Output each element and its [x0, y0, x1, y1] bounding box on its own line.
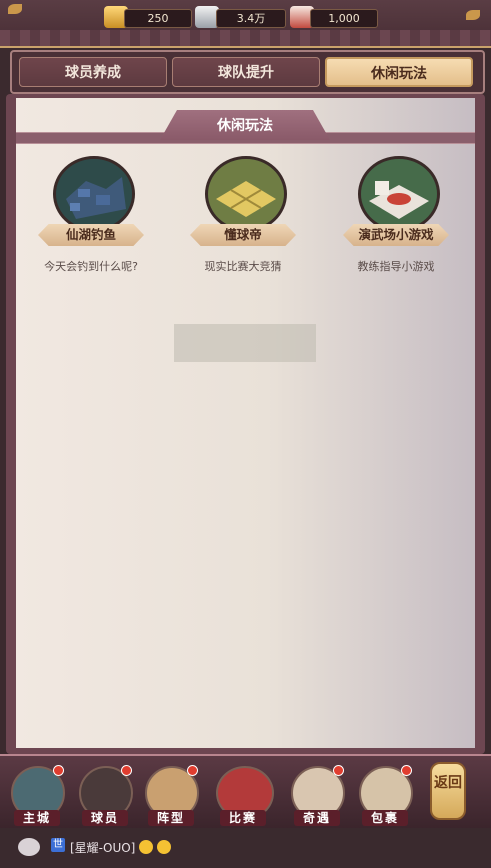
nav-players-label: 球员 — [82, 810, 128, 826]
nav-adventure-label: 奇遇 — [294, 810, 340, 826]
nav-main-city[interactable]: 主城 — [8, 764, 66, 828]
casual-panel: 休闲玩法 仙湖钓鱼 今天会钓到什么呢? 懂球帝 现实比赛大竞猜 演武场小游戏 教… — [16, 98, 475, 748]
smile-emoji-icon — [139, 840, 154, 854]
arena-building-icon[interactable] — [358, 156, 440, 232]
notification-dot — [187, 765, 198, 776]
roof-decoration — [0, 30, 491, 48]
fishing-village-icon[interactable] — [53, 156, 135, 232]
game-fishing-label: 仙湖钓鱼 — [38, 224, 144, 246]
silver-amount: 3.4万 — [216, 9, 286, 28]
game-arena-desc: 教练指导小游戏 — [357, 260, 435, 273]
field-grid-icon-art — [208, 159, 284, 229]
game-arena-minigame[interactable]: 演武场小游戏 教练指导小游戏 — [321, 152, 471, 282]
nav-formation[interactable]: 阵型 — [142, 764, 200, 828]
chat-sender: [星耀-OUO] — [70, 841, 136, 855]
nav-match[interactable]: 比赛 — [212, 764, 276, 828]
nav-players[interactable]: 球员 — [76, 764, 134, 828]
tab-player-training[interactable]: 球员养成 — [19, 57, 167, 87]
notification-dot — [333, 765, 344, 776]
nav-bag[interactable]: 包裹 — [356, 764, 414, 828]
maple-leaf-icon — [8, 4, 22, 14]
back-button[interactable]: 返回 — [430, 762, 466, 820]
gold-amount: 250 — [124, 9, 192, 28]
chat-bubble-icon[interactable] — [18, 838, 40, 856]
notification-dot — [121, 765, 132, 776]
nav-main-city-label: 主城 — [14, 810, 60, 826]
section-title: 休闲玩法 — [160, 110, 330, 140]
game-football-quiz-desc: 现实比赛大竞猜 — [204, 260, 282, 273]
game-football-quiz-label: 懂球帝 — [190, 224, 296, 246]
bottom-nav: 主城 球员 阵型 比赛 奇遇 包裹 返回 — [0, 754, 491, 830]
maple-leaf-icon — [466, 10, 480, 20]
nav-bag-label: 包裹 — [362, 810, 408, 826]
arena-building-icon-art — [361, 159, 437, 229]
notification-dot — [401, 765, 412, 776]
gift-amount: 1,000 — [310, 9, 378, 28]
chat-message: [星耀-OUO] — [70, 839, 172, 856]
world-channel-badge: 世 — [51, 838, 65, 852]
game-fishing-desc: 今天会钓到什么呢? — [44, 260, 138, 273]
game-football-quiz[interactable]: 懂球帝 现实比赛大竞猜 — [168, 152, 318, 282]
tab-casual-games[interactable]: 休闲玩法 — [325, 57, 473, 87]
nav-formation-label: 阵型 — [148, 810, 194, 826]
game-arena-label: 演武场小游戏 — [343, 224, 449, 246]
smile-emoji-icon — [157, 840, 172, 854]
field-grid-icon[interactable] — [205, 156, 287, 232]
fishing-village-icon-art — [56, 159, 132, 229]
chat-bar[interactable]: 世 [星耀-OUO] — [0, 828, 491, 868]
coming-soon-placeholder — [174, 324, 316, 362]
nav-adventure[interactable]: 奇遇 — [288, 764, 346, 828]
game-fishing[interactable]: 仙湖钓鱼 今天会钓到什么呢? — [16, 152, 166, 282]
tab-bar: 球员养成 球队提升 休闲玩法 — [10, 50, 485, 94]
tab-team-upgrade[interactable]: 球队提升 — [172, 57, 320, 87]
notification-dot — [53, 765, 64, 776]
nav-match-label: 比赛 — [220, 810, 266, 826]
